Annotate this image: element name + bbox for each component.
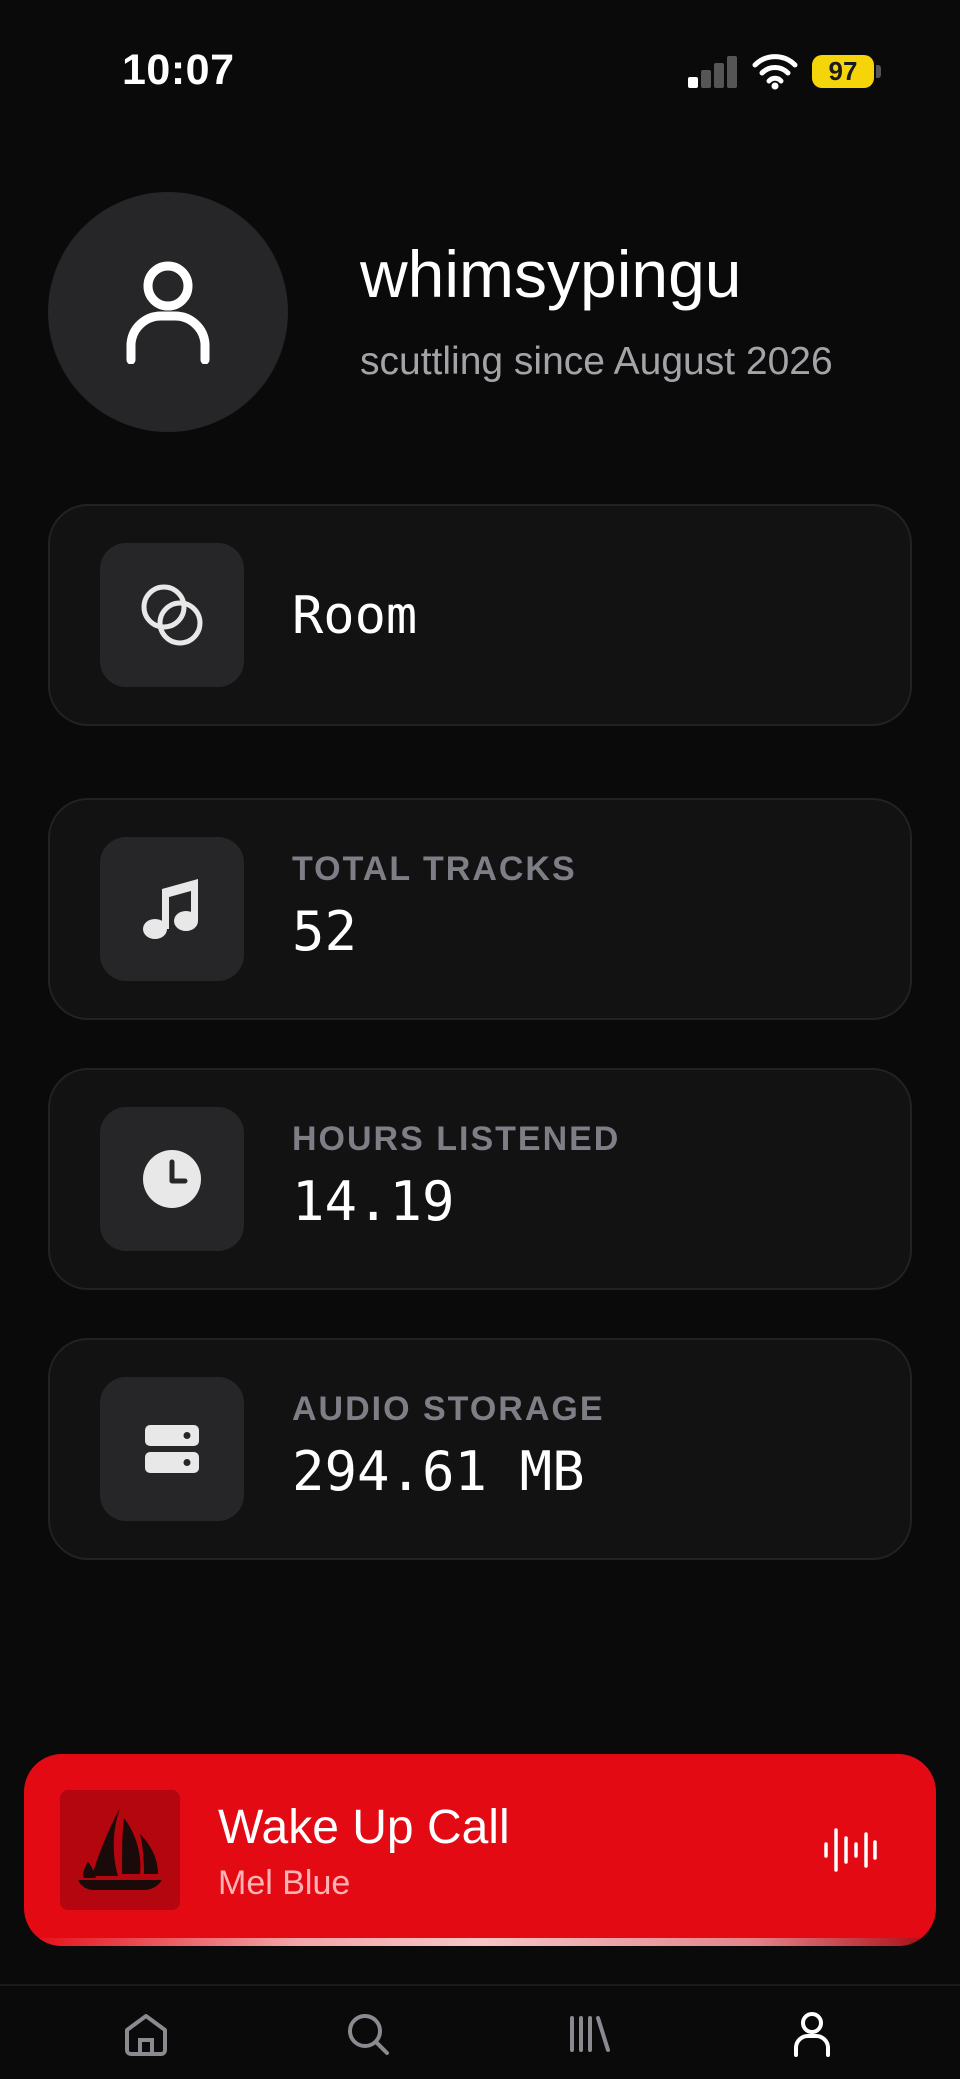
tab-search[interactable] xyxy=(338,2004,398,2064)
status-time: 10:07 xyxy=(122,46,235,94)
stat-card-total-tracks: TOTAL TRACKS 52 xyxy=(48,798,912,1020)
stat-label: AUDIO STORAGE xyxy=(292,1390,605,1428)
stat-icon-box xyxy=(100,837,244,981)
search-icon xyxy=(348,2014,389,2055)
avatar[interactable] xyxy=(48,192,288,432)
user-icon xyxy=(126,261,210,364)
room-icon-box xyxy=(100,543,244,687)
room-label: Room xyxy=(292,586,418,646)
stat-value: 14.19 xyxy=(292,1170,455,1233)
tab-bar xyxy=(0,1984,960,2079)
clock-icon xyxy=(143,1150,201,1208)
status-bar: 10:07 97 xyxy=(0,0,960,140)
storage-icon xyxy=(145,1425,199,1473)
room-card[interactable]: Room xyxy=(48,504,912,726)
waveform-icon[interactable] xyxy=(822,1822,878,1878)
tab-profile[interactable] xyxy=(782,2004,842,2064)
stat-label: TOTAL TRACKS xyxy=(292,850,577,888)
username: whimsypingu xyxy=(360,237,742,311)
member-since: scuttling since August 2026 xyxy=(360,340,833,383)
stat-label: HOURS LISTENED xyxy=(292,1120,621,1158)
two-circles-icon xyxy=(141,584,203,646)
stat-value: 294.61 MB xyxy=(292,1440,585,1503)
user-icon xyxy=(794,2012,830,2057)
music-note-icon xyxy=(143,879,198,939)
battery-indicator: 97 xyxy=(812,55,874,88)
sailboat-icon xyxy=(78,1808,162,1890)
playback-progress[interactable] xyxy=(24,1938,936,1946)
tab-library[interactable] xyxy=(560,2004,620,2064)
tab-home[interactable] xyxy=(116,2004,176,2064)
home-icon xyxy=(125,2014,167,2056)
wifi-icon xyxy=(752,54,798,90)
stat-icon-box xyxy=(100,1107,244,1251)
signal-icon xyxy=(688,56,738,88)
stat-value: 52 xyxy=(292,900,358,963)
stat-card-audio-storage: AUDIO STORAGE 294.61 MB xyxy=(48,1338,912,1560)
stat-icon-box xyxy=(100,1377,244,1521)
track-artist: Mel Blue xyxy=(218,1864,351,1902)
now-playing-bar[interactable]: Wake Up Call Mel Blue xyxy=(24,1754,936,1946)
battery-tip xyxy=(876,65,881,78)
library-icon xyxy=(570,2016,610,2052)
album-art xyxy=(60,1790,180,1910)
track-title: Wake Up Call xyxy=(218,1801,510,1854)
stat-card-hours-listened: HOURS LISTENED 14.19 xyxy=(48,1068,912,1290)
